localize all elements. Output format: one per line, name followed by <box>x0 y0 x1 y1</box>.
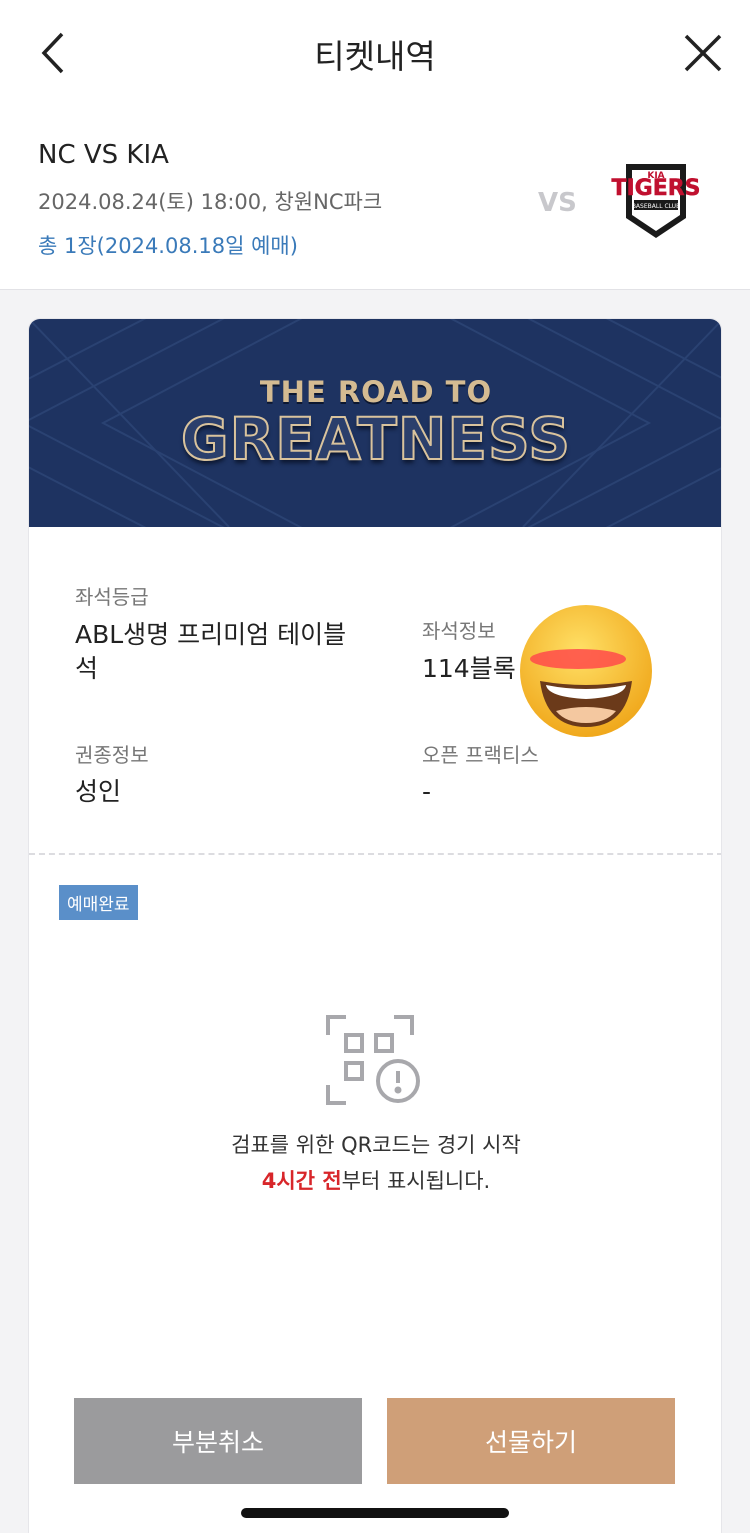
open-practice-label: 오픈 프랙티스 <box>422 743 539 767</box>
ticket-count: 총 1장(2024.08.18일 예매) <box>38 234 298 258</box>
ticket-banner: THE ROAD TO GREATNESS <box>29 319 721 527</box>
qr-message-highlight: 4시간 전 <box>261 1169 342 1193</box>
vs-label: VS <box>538 188 577 218</box>
close-button[interactable] <box>678 28 728 78</box>
ticket-card: THE ROAD TO GREATNESS 좌석등급 ABL생명 프리미엄 테이… <box>28 318 722 1533</box>
gift-button[interactable]: 선물하기 <box>387 1398 675 1484</box>
qr-message-line-1: 검표를 위한 QR코드는 경기 시작 <box>231 1133 521 1157</box>
ticket-type-value: 성인 <box>75 777 122 806</box>
seat-grade-value-1: ABL생명 프리미엄 테이블 <box>75 620 347 649</box>
ticket-type-label: 권종정보 <box>75 743 149 767</box>
top-bar: 티켓내역 <box>0 0 750 106</box>
seat-info-value: 114블록 <box>422 654 516 683</box>
qr-unavailable-icon <box>326 1015 422 1107</box>
match-datetime: 2024.08.24(토) 18:00, 창원NC파크 <box>38 190 383 214</box>
qr-message-line-2: 4시간 전부터 표시됩니다. <box>29 1165 721 1195</box>
grinning-face-emoji-icon <box>518 603 654 739</box>
page-title: 티켓내역 <box>314 37 436 76</box>
match-info: NC VS KIA 2024.08.24(토) 18:00, 창원NC파크 총 … <box>0 106 750 290</box>
banner-line-2: GREATNESS <box>180 404 571 474</box>
seat-info-label: 좌석정보 <box>422 619 496 643</box>
svg-text:TIGERS: TIGERS <box>611 176 700 201</box>
match-title: NC VS KIA <box>38 140 169 170</box>
qr-message-rest: 부터 표시됩니다. <box>341 1169 491 1193</box>
seat-grade-value-2: 석 <box>75 654 99 683</box>
svg-text:BASEBALL CLUB: BASEBALL CLUB <box>632 203 680 210</box>
home-indicator <box>241 1508 509 1518</box>
status-badge: 예매완료 <box>59 885 138 920</box>
open-practice-value: - <box>422 777 432 806</box>
seat-grade-label: 좌석등급 <box>75 585 149 609</box>
banner-line-1: THE ROAD TO <box>259 375 493 409</box>
ticket-divider <box>29 853 721 855</box>
partial-cancel-button[interactable]: 부분취소 <box>74 1398 362 1484</box>
close-icon <box>684 34 722 72</box>
kia-tigers-logo-icon: KIA TIGERS BASEBALL CLUB <box>604 160 708 240</box>
